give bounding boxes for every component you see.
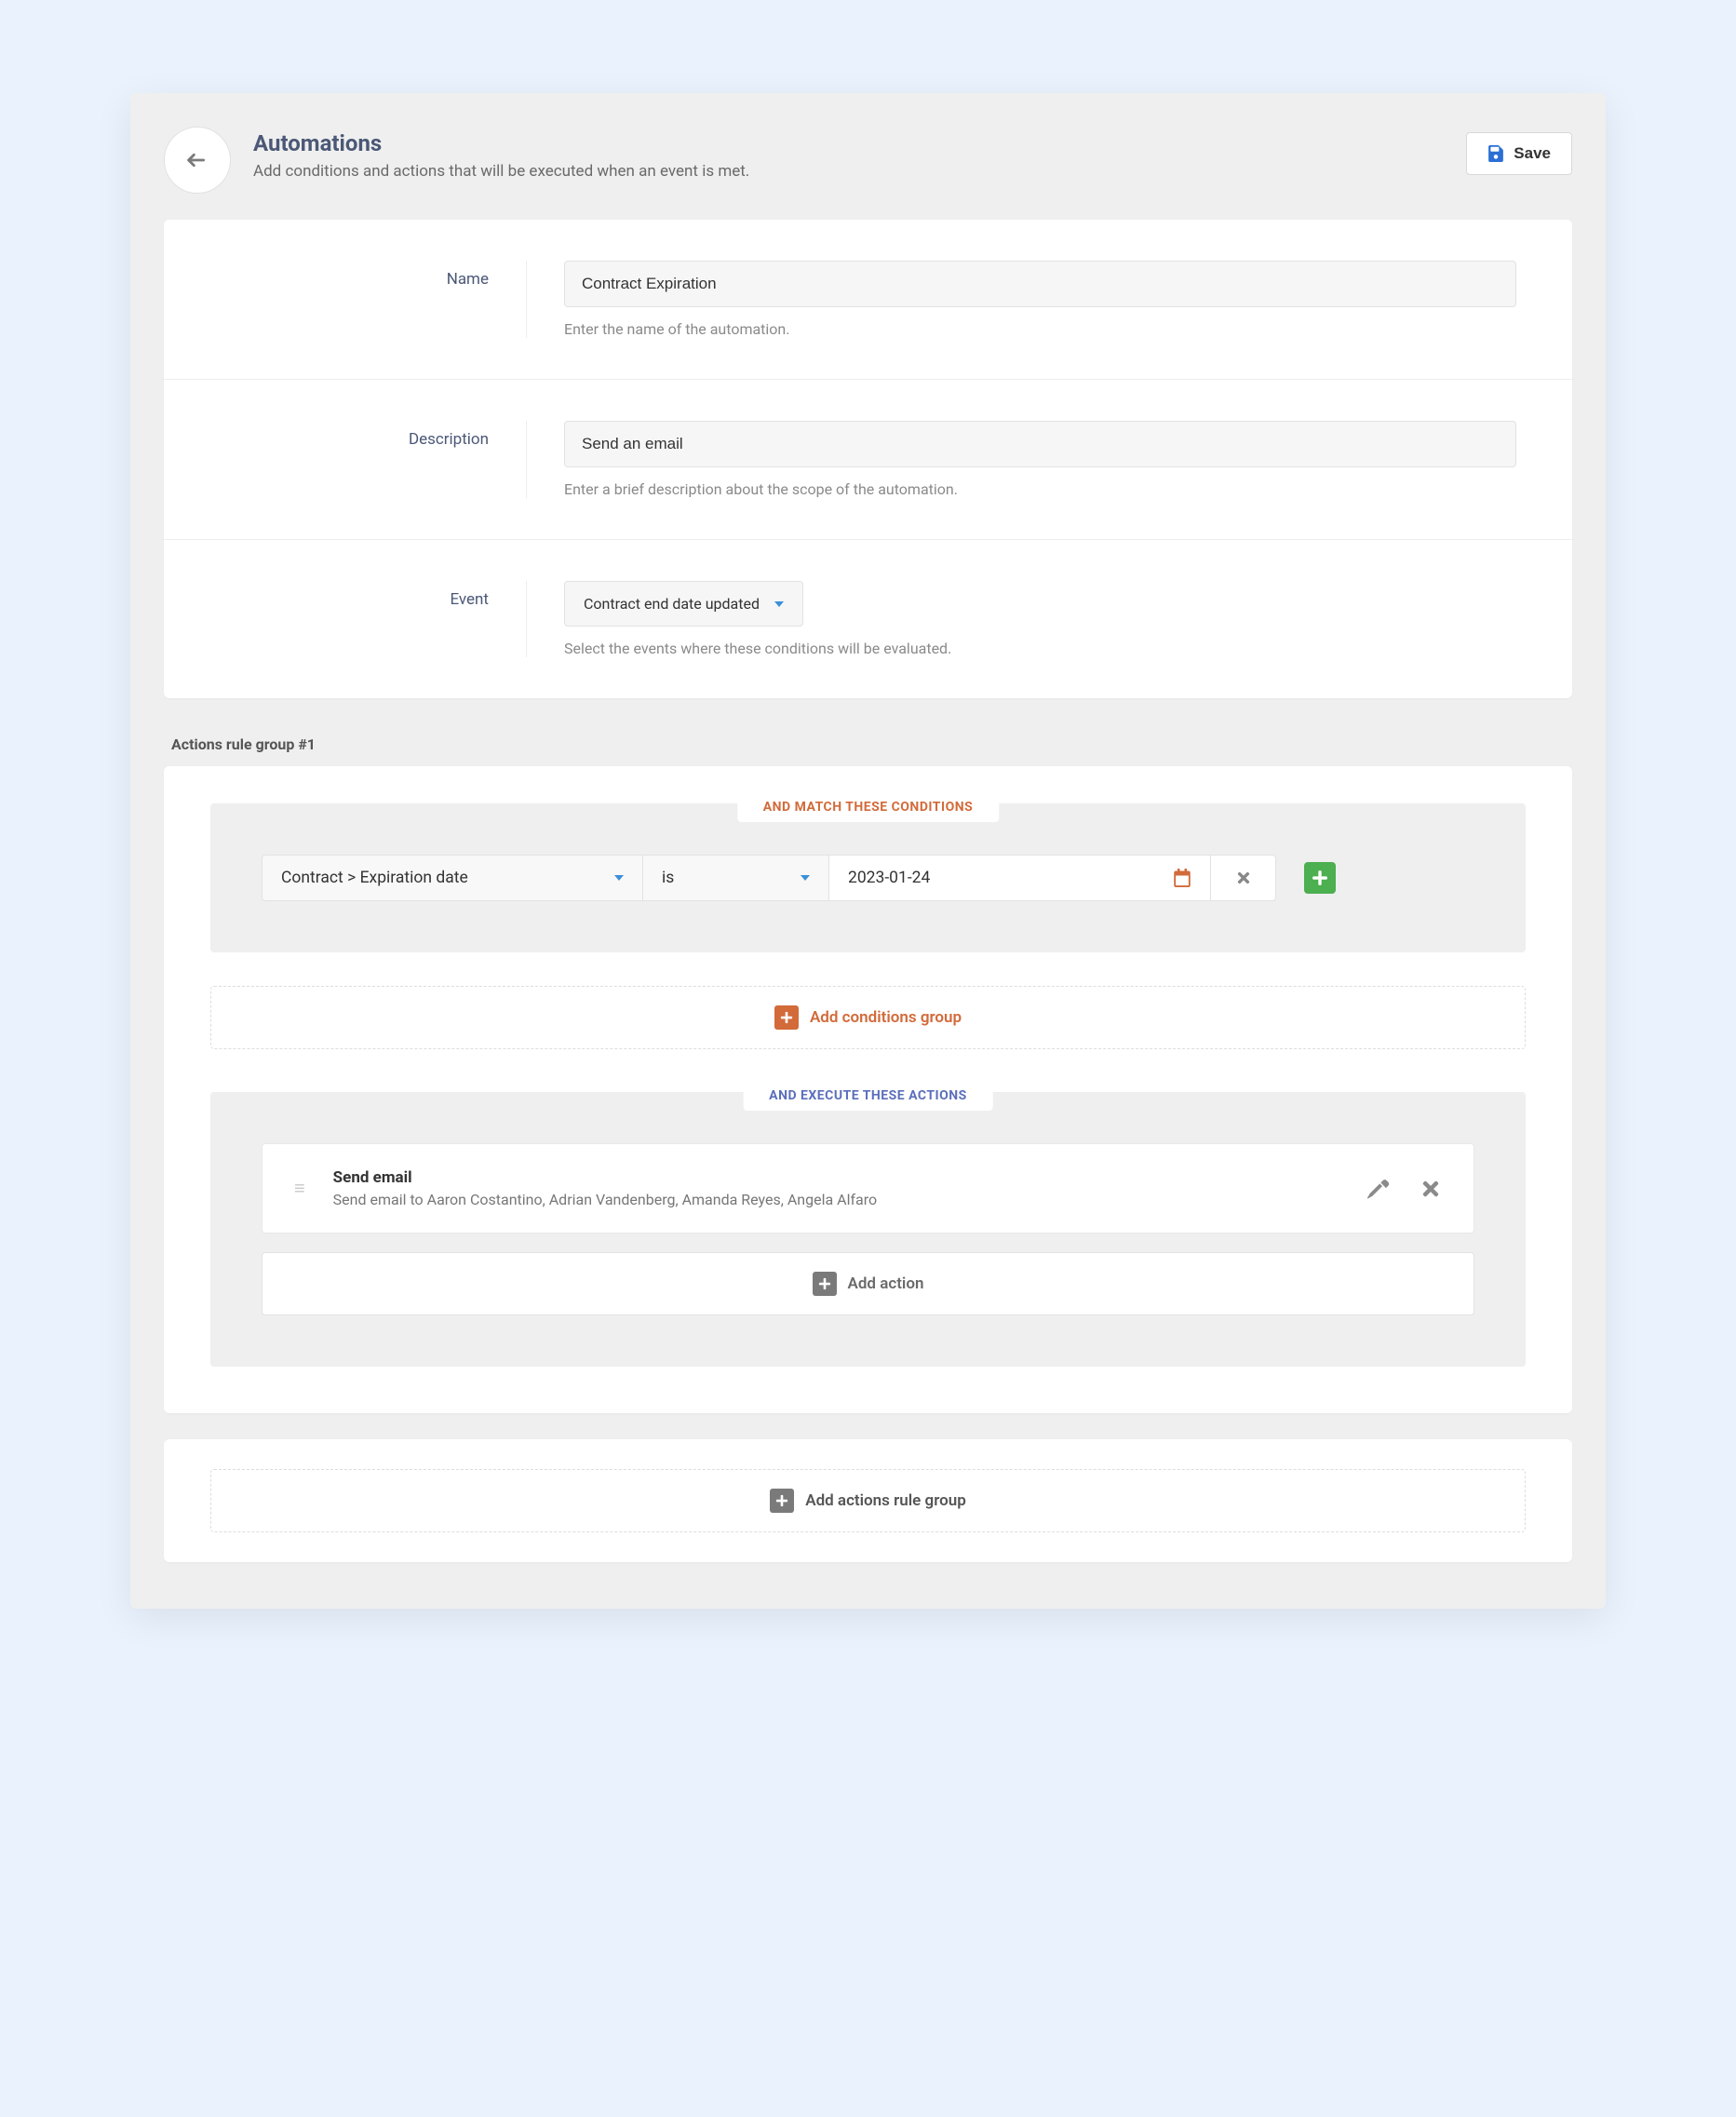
add-action-button[interactable]: Add action bbox=[262, 1252, 1474, 1315]
actions-heading: AND EXECUTE THESE ACTIONS bbox=[743, 1081, 993, 1111]
condition-field-select[interactable]: Contract > Expiration date bbox=[262, 855, 643, 901]
bottom-card: Add actions rule group bbox=[164, 1439, 1572, 1562]
rule-group-card: AND MATCH THESE CONDITIONS Contract > Ex… bbox=[164, 766, 1572, 1413]
rule-group-title: Actions rule group #1 bbox=[171, 735, 1565, 753]
action-title: Send email bbox=[333, 1168, 1339, 1187]
plus-square-icon bbox=[770, 1489, 794, 1513]
description-help: Enter a brief description about the scop… bbox=[564, 480, 1516, 498]
action-description: Send email to Aaron Costantino, Adrian V… bbox=[333, 1191, 1339, 1208]
automation-panel: Automations Add conditions and actions t… bbox=[130, 93, 1606, 1609]
action-item: ≡ Send email Send email to Aaron Costant… bbox=[262, 1143, 1474, 1234]
event-help: Select the events where these conditions… bbox=[564, 640, 1516, 657]
save-button[interactable]: Save bbox=[1466, 132, 1572, 175]
back-arrow-icon bbox=[183, 146, 211, 174]
condition-remove-button[interactable] bbox=[1211, 855, 1276, 901]
condition-operator-value: is bbox=[662, 869, 674, 887]
description-label: Description bbox=[182, 421, 527, 498]
event-select-value: Contract end date updated bbox=[584, 595, 760, 613]
delete-icon[interactable] bbox=[1420, 1178, 1442, 1200]
drag-handle-icon[interactable]: ≡ bbox=[294, 1183, 305, 1193]
add-conditions-group-label: Add conditions group bbox=[810, 1008, 962, 1027]
event-select[interactable]: Contract end date updated bbox=[564, 581, 803, 627]
name-row: Name Enter the name of the automation. bbox=[164, 220, 1572, 380]
save-button-label: Save bbox=[1514, 144, 1551, 163]
back-button[interactable] bbox=[164, 127, 231, 194]
actions-block: AND EXECUTE THESE ACTIONS ≡ Send email S… bbox=[210, 1092, 1526, 1367]
condition-operator-select[interactable]: is bbox=[643, 855, 829, 901]
add-actions-rule-group-label: Add actions rule group bbox=[805, 1491, 966, 1510]
condition-field-value: Contract > Expiration date bbox=[281, 869, 468, 887]
save-icon bbox=[1487, 145, 1504, 162]
chevron-down-icon bbox=[801, 875, 810, 881]
condition-row: Contract > Expiration date is 2023-01-24 bbox=[262, 855, 1474, 901]
name-label: Name bbox=[182, 261, 527, 338]
page-title: Automations bbox=[253, 130, 1444, 156]
description-input[interactable] bbox=[564, 421, 1516, 467]
description-row: Description Enter a brief description ab… bbox=[164, 380, 1572, 540]
event-label: Event bbox=[182, 581, 527, 657]
plus-icon bbox=[1312, 870, 1328, 886]
plus-square-icon bbox=[774, 1005, 799, 1030]
add-actions-rule-group-button[interactable]: Add actions rule group bbox=[210, 1469, 1526, 1532]
event-row: Event Contract end date updated Select t… bbox=[164, 540, 1572, 698]
name-input[interactable] bbox=[564, 261, 1516, 307]
chevron-down-icon bbox=[614, 875, 624, 881]
close-icon bbox=[1235, 870, 1252, 886]
name-help: Enter the name of the automation. bbox=[564, 320, 1516, 338]
add-conditions-group-button[interactable]: Add conditions group bbox=[210, 986, 1526, 1049]
chevron-down-icon bbox=[774, 601, 784, 607]
page-subtitle: Add conditions and actions that will be … bbox=[253, 162, 1444, 181]
plus-square-icon bbox=[813, 1272, 837, 1296]
header: Automations Add conditions and actions t… bbox=[164, 127, 1572, 194]
condition-value: 2023-01-24 bbox=[848, 869, 930, 887]
condition-value-input[interactable]: 2023-01-24 bbox=[829, 855, 1211, 901]
form-card: Name Enter the name of the automation. D… bbox=[164, 220, 1572, 698]
conditions-heading: AND MATCH THESE CONDITIONS bbox=[737, 792, 999, 822]
conditions-block: AND MATCH THESE CONDITIONS Contract > Ex… bbox=[210, 803, 1526, 952]
edit-icon[interactable] bbox=[1367, 1178, 1390, 1200]
add-action-label: Add action bbox=[848, 1274, 924, 1293]
calendar-icon bbox=[1173, 869, 1191, 887]
condition-add-button[interactable] bbox=[1304, 862, 1336, 894]
